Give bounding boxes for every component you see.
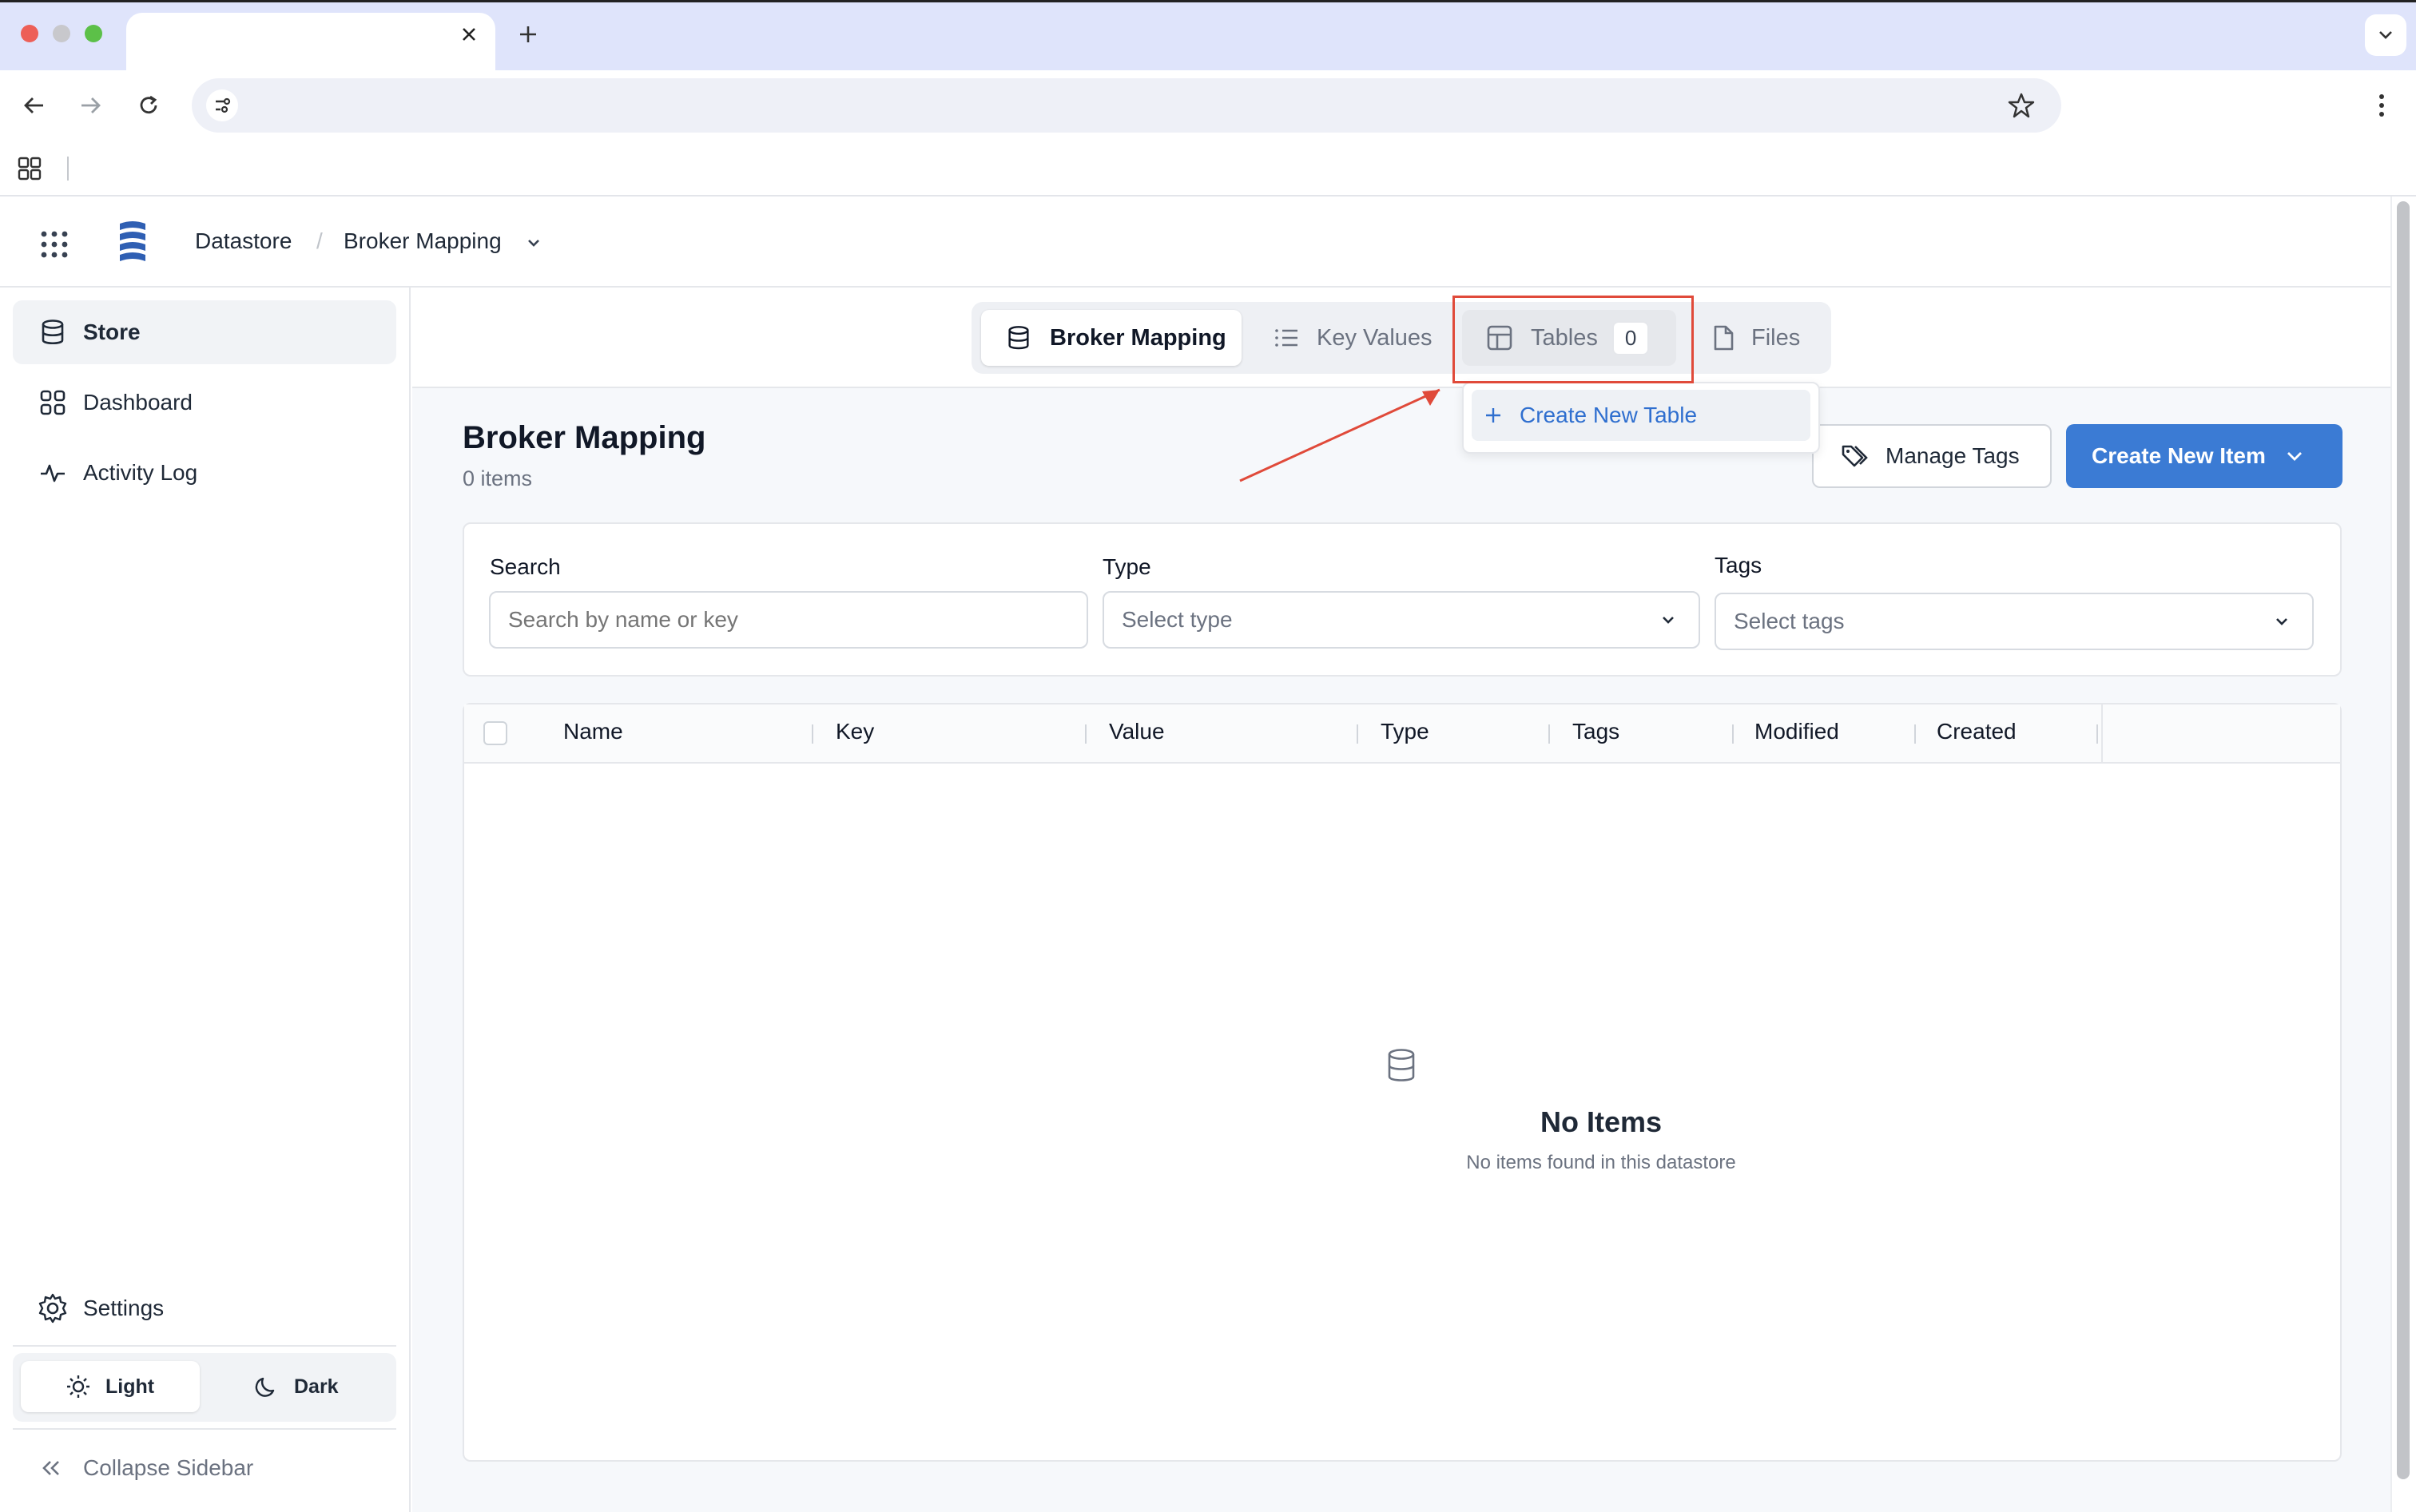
empty-state-subtitle: No items found in this datastore: [1466, 1152, 1736, 1173]
column-divider: [2101, 704, 2103, 762]
sidebar-item-label: Settings: [83, 1296, 165, 1320]
breadcrumb-chevron-down-icon[interactable]: [524, 233, 543, 252]
chevron-down-icon: [2283, 445, 2306, 467]
column-resize-handle[interactable]: [812, 724, 813, 744]
manage-tags-button[interactable]: Manage Tags: [1812, 424, 2052, 488]
bookmark-star-icon[interactable]: [2007, 91, 2036, 120]
grid-icon: [38, 388, 67, 417]
new-tab-icon[interactable]: [518, 24, 538, 45]
close-window-button[interactable]: [21, 25, 38, 42]
theme-light-button[interactable]: Light: [21, 1361, 200, 1412]
column-resize-handle[interactable]: [1548, 724, 1550, 744]
browser-menu-icon[interactable]: [2370, 91, 2394, 120]
browser-tab[interactable]: [126, 13, 495, 70]
create-new-item-button[interactable]: Create New Item: [2066, 424, 2342, 488]
sidebar-item-store[interactable]: Store: [13, 300, 396, 364]
back-icon[interactable]: [21, 93, 46, 118]
plus-icon: [1483, 405, 1504, 426]
reload-icon[interactable]: [136, 93, 161, 118]
sun-icon: [66, 1374, 91, 1399]
chevron-down-icon: [1659, 610, 1678, 629]
moon-icon: [254, 1374, 280, 1399]
gear-icon: [37, 1292, 69, 1324]
sidebar-divider: [13, 1428, 396, 1430]
type-select[interactable]: Select type: [1103, 591, 1700, 649]
column-header-name[interactable]: Name: [563, 719, 623, 744]
tab-search-button[interactable]: [2365, 14, 2406, 56]
chevron-down-icon: [2272, 612, 2291, 631]
create-new-table-menu-item[interactable]: Create New Table: [1472, 390, 1810, 441]
search-label: Search: [490, 554, 561, 579]
annotation-highlight-box: [1452, 296, 1694, 383]
column-header-modified[interactable]: Modified: [1754, 719, 1839, 744]
column-header-tags[interactable]: Tags: [1572, 719, 1619, 744]
create-new-item-label: Create New Item: [2092, 443, 2266, 468]
sidebar-item-activity-log[interactable]: Activity Log: [13, 441, 396, 505]
list-icon: [1274, 324, 1301, 351]
sidebar-divider: [13, 1345, 396, 1347]
forward-icon[interactable]: [78, 93, 104, 118]
sidebar-item-label: Activity Log: [83, 460, 198, 485]
theme-dark-button[interactable]: Dark: [209, 1361, 388, 1412]
column-resize-handle[interactable]: [1357, 724, 1358, 744]
theme-light-label: Light: [105, 1375, 155, 1398]
sidebar-item-settings[interactable]: Settings: [13, 1276, 396, 1340]
item-count: 0 items: [463, 466, 533, 490]
column-header-key[interactable]: Key: [836, 719, 874, 744]
tab-broker-mapping[interactable]: Broker Mapping: [981, 310, 1242, 366]
tab-label: Files: [1751, 324, 1801, 351]
tags-select-value: Select tags: [1734, 609, 1845, 633]
breadcrumb-datastore[interactable]: Datastore: [195, 228, 292, 254]
column-resize-handle[interactable]: [1085, 724, 1087, 744]
column-resize-handle[interactable]: [2096, 724, 2098, 744]
bookmarks-divider: [67, 157, 69, 181]
column-header-value[interactable]: Value: [1109, 719, 1165, 744]
close-tab-icon[interactable]: [460, 26, 478, 43]
file-icon: [1710, 324, 1737, 351]
minimize-window-button[interactable]: [53, 25, 70, 42]
sidebar-item-label: Dashboard: [83, 390, 193, 415]
create-new-table-label: Create New Table: [1520, 403, 1698, 427]
site-info-icon[interactable]: [206, 89, 238, 121]
activity-icon: [38, 458, 67, 487]
chevrons-left-icon: [38, 1455, 64, 1481]
manage-tags-label: Manage Tags: [1886, 443, 2020, 468]
maximize-window-button[interactable]: [85, 25, 102, 42]
tab-label: Broker Mapping: [1050, 324, 1226, 351]
database-icon: [1005, 324, 1032, 351]
tab-key-values[interactable]: Key Values: [1254, 310, 1446, 366]
sidebar-item-label: Store: [83, 319, 141, 344]
collapse-sidebar-label: Collapse Sidebar: [83, 1455, 254, 1480]
search-input[interactable]: [489, 591, 1088, 649]
select-all-checkbox[interactable]: [483, 721, 507, 745]
scrollbar-thumb[interactable]: [2397, 201, 2410, 1479]
column-header-type[interactable]: Type: [1381, 719, 1429, 744]
column-resize-handle[interactable]: [1732, 724, 1734, 744]
tags-select[interactable]: Select tags: [1715, 593, 2314, 650]
breadcrumb-separator: /: [316, 228, 323, 253]
address-bar[interactable]: [192, 78, 2061, 133]
app-launcher-icon[interactable]: [38, 228, 70, 260]
column-resize-handle[interactable]: [1914, 724, 1916, 744]
brand-logo-icon[interactable]: [117, 219, 149, 264]
apps-grid-icon[interactable]: [18, 157, 42, 181]
type-label: Type: [1103, 554, 1151, 579]
column-header-created[interactable]: Created: [1937, 719, 2017, 744]
database-icon: [38, 318, 67, 347]
tab-files[interactable]: Files: [1691, 310, 1822, 366]
tags-label: Tags: [1715, 553, 1762, 577]
collapse-sidebar-button[interactable]: Collapse Sidebar: [38, 1452, 253, 1484]
page-title: Broker Mapping: [463, 420, 706, 455]
type-select-value: Select type: [1122, 607, 1233, 632]
breadcrumb-current[interactable]: Broker Mapping: [344, 228, 502, 254]
annotation-arrow: [1239, 388, 1440, 482]
tags-icon: [1841, 442, 1873, 470]
empty-state-title: No Items: [1540, 1105, 1663, 1138]
sidebar-item-dashboard[interactable]: Dashboard: [13, 371, 396, 435]
empty-database-icon: [1385, 1048, 1417, 1083]
bookmarks-bar: [0, 139, 2416, 196]
theme-dark-label: Dark: [294, 1375, 339, 1398]
tab-label: Key Values: [1317, 324, 1433, 351]
